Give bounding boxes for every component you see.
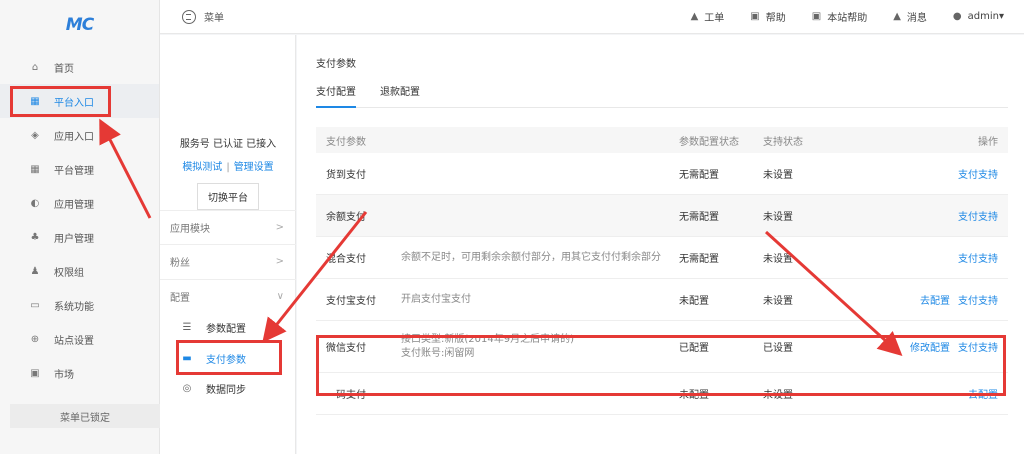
annotation-arrows [99,118,903,357]
arrow-to-modify-config [764,230,903,357]
arrow-to-platform-entry [99,118,152,219]
arrow-to-pay-params [262,211,368,343]
